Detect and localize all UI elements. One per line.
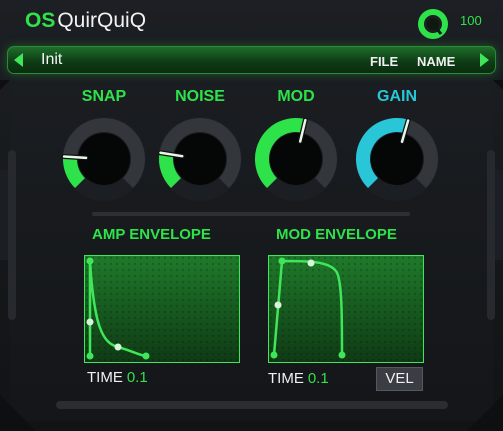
power-icon[interactable] [416, 7, 450, 41]
next-preset-arrow-icon[interactable] [480, 53, 489, 67]
noise-label: NOISE [175, 88, 225, 105]
mod-envelope-graph[interactable] [268, 255, 424, 363]
mod-start-handle[interactable] [270, 351, 278, 359]
amp-time-control[interactable]: TIME 0.1 [87, 369, 148, 386]
mod-attack-curve-handle[interactable] [274, 301, 282, 309]
amp-time-value[interactable]: 0.1 [127, 369, 148, 386]
corner-bottom-right [467, 395, 503, 431]
amp-time-label: TIME [87, 369, 123, 386]
amp-decay-handle[interactable] [86, 318, 94, 326]
gain-label: GAIN [377, 88, 417, 105]
logo-prefix: OS [25, 9, 56, 32]
file-button[interactable]: FILE [370, 54, 398, 69]
knob-center [174, 133, 226, 185]
corner-bottom-left [0, 395, 36, 431]
snap-label: SNAP [81, 88, 127, 105]
mod-decay-handle[interactable] [307, 259, 315, 267]
mod-knob[interactable] [253, 116, 339, 202]
left-side-rail [8, 150, 16, 320]
gain-knob[interactable] [354, 116, 440, 202]
knob-pointer [62, 155, 88, 160]
velocity-button[interactable]: VEL [376, 367, 423, 391]
corner-top-right [493, 80, 503, 90]
app-logo: OSQuirQuiQ [25, 9, 146, 33]
bottom-scroll-bar[interactable] [56, 401, 448, 409]
noise-knob[interactable] [157, 116, 243, 202]
mod-time-control[interactable]: TIME 0.1 [268, 370, 329, 387]
amp-attack-handle[interactable] [86, 257, 94, 265]
mod-envelope-title: MOD ENVELOPE [276, 226, 397, 243]
section-divider [92, 212, 410, 216]
mod-time-label: TIME [268, 370, 304, 387]
mod-label: MOD [277, 88, 315, 105]
amp-envelope-graph[interactable] [84, 255, 240, 363]
mod-release-handle[interactable] [338, 351, 346, 359]
header: OSQuirQuiQ 100 [0, 0, 503, 44]
amp-sustain-handle[interactable] [114, 343, 122, 351]
amp-start-handle[interactable] [86, 352, 94, 360]
preset-name[interactable]: Init [41, 51, 62, 69]
name-button[interactable]: NAME [417, 54, 455, 69]
amp-release-handle[interactable] [142, 352, 150, 360]
knob-center [270, 133, 322, 185]
volume-readout: 100 [460, 13, 482, 28]
knob-center [371, 133, 423, 185]
right-side-rail [487, 150, 495, 320]
previous-preset-arrow-icon[interactable] [14, 53, 23, 67]
preset-bar: Init FILE NAME [7, 46, 496, 74]
amp-envelope-title: AMP ENVELOPE [92, 226, 211, 243]
mod-time-value[interactable]: 0.1 [308, 370, 329, 387]
snap-knob[interactable] [61, 116, 147, 202]
mod-attack-handle[interactable] [278, 257, 286, 265]
logo-name: QuirQuiQ [57, 9, 147, 32]
corner-top-left [0, 80, 10, 90]
